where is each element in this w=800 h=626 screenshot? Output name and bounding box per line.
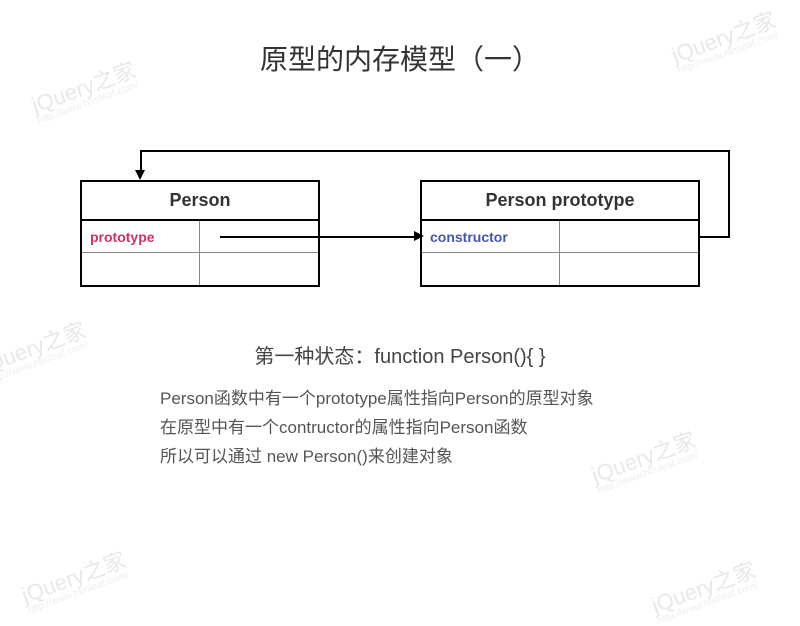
prototype-box: Person prototype constructor	[420, 180, 700, 287]
description-line1: Person函数中有一个prototype属性指向Person的原型对象	[160, 385, 594, 414]
description-line3: 所以可以通过 new Person()来创建对象	[160, 443, 594, 472]
watermark-main: jQuery之家	[18, 547, 129, 608]
person-prototype-cell: prototype	[82, 221, 200, 252]
watermark-sub: http://www.htmleaf.com/	[36, 79, 142, 127]
watermark: jQuery之家 http://www.htmleaf.com/	[17, 543, 133, 617]
person-empty-cell-left	[82, 253, 200, 285]
person-box: Person prototype	[80, 180, 320, 287]
diagram-caption: 第一种状态：function Person(){ }	[0, 340, 800, 369]
prototype-constructor-value-cell	[560, 221, 698, 252]
prototype-constructor-cell: constructor	[422, 221, 560, 252]
watermark-main: jQuery之家	[588, 427, 699, 488]
watermark-sub: http://www.htmleaf.com/	[596, 449, 702, 497]
arrow-head-right-icon	[414, 231, 424, 241]
description-line2: 在原型中有一个contructor的属性指向Person函数	[160, 414, 594, 443]
watermark: jQuery之家 http://www.htmleaf.com/	[587, 423, 703, 497]
person-box-row2	[82, 253, 318, 285]
prototype-box-row1: constructor	[422, 221, 698, 253]
watermark-sub: http://www.htmleaf.com/	[656, 579, 762, 626]
arrow-constructor-seg1	[700, 236, 730, 238]
watermark-main: jQuery之家	[648, 557, 759, 618]
prototype-box-row2	[422, 253, 698, 285]
prototype-box-header: Person prototype	[422, 182, 698, 221]
person-empty-cell-right	[200, 253, 318, 285]
arrow-constructor-seg3	[140, 150, 730, 152]
arrow-constructor-seg2	[728, 150, 730, 237]
watermark-sub: http://www.htmleaf.com/	[26, 569, 132, 617]
arrow-head-down-icon	[135, 170, 145, 180]
prototype-empty-cell-left	[422, 253, 560, 285]
diagram-title: 原型的内存模型（一）	[0, 38, 800, 78]
prototype-empty-cell-right	[560, 253, 698, 285]
diagram-description: Person函数中有一个prototype属性指向Person的原型对象 在原型…	[160, 385, 594, 472]
arrow-prototype-to-box	[220, 236, 418, 238]
person-box-header: Person	[82, 182, 318, 221]
watermark: jQuery之家 http://www.htmleaf.com/	[647, 553, 763, 626]
